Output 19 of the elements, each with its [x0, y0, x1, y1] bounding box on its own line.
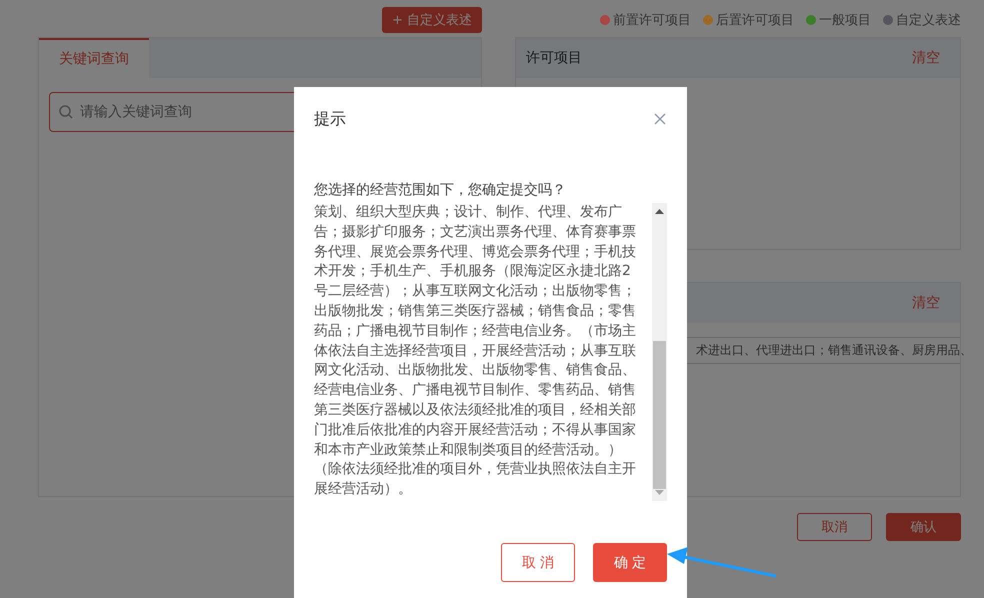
dialog-message: 您选择的经营范围如下，您确定提交吗？ — [314, 181, 567, 200]
clear-link[interactable]: 清空 — [912, 49, 940, 67]
panel-title: 许可项目 — [526, 49, 582, 67]
legend-label: 一般项目 — [819, 12, 871, 29]
keyword-tab[interactable]: 关键词查询 — [39, 38, 149, 78]
dialog-title: 提示 — [314, 108, 346, 130]
legend-label: 后置许可项目 — [716, 12, 794, 29]
legend-label: 自定义表述 — [896, 12, 961, 29]
scroll-up-icon[interactable] — [655, 208, 664, 214]
legend-label: 前置许可项目 — [613, 12, 691, 29]
add-custom-button[interactable]: + 自定义表述 — [382, 7, 482, 33]
cancel-button[interactable]: 取 消 — [501, 543, 575, 582]
confirm-button[interactable]: 确 定 — [593, 543, 667, 582]
scrollbar[interactable] — [652, 203, 667, 501]
cancel-button[interactable]: 取消 — [797, 513, 872, 541]
search-icon — [59, 105, 73, 119]
clear-link[interactable]: 清空 — [912, 294, 940, 312]
close-icon[interactable] — [653, 112, 667, 126]
confirm-button[interactable]: 确认 — [886, 513, 961, 541]
